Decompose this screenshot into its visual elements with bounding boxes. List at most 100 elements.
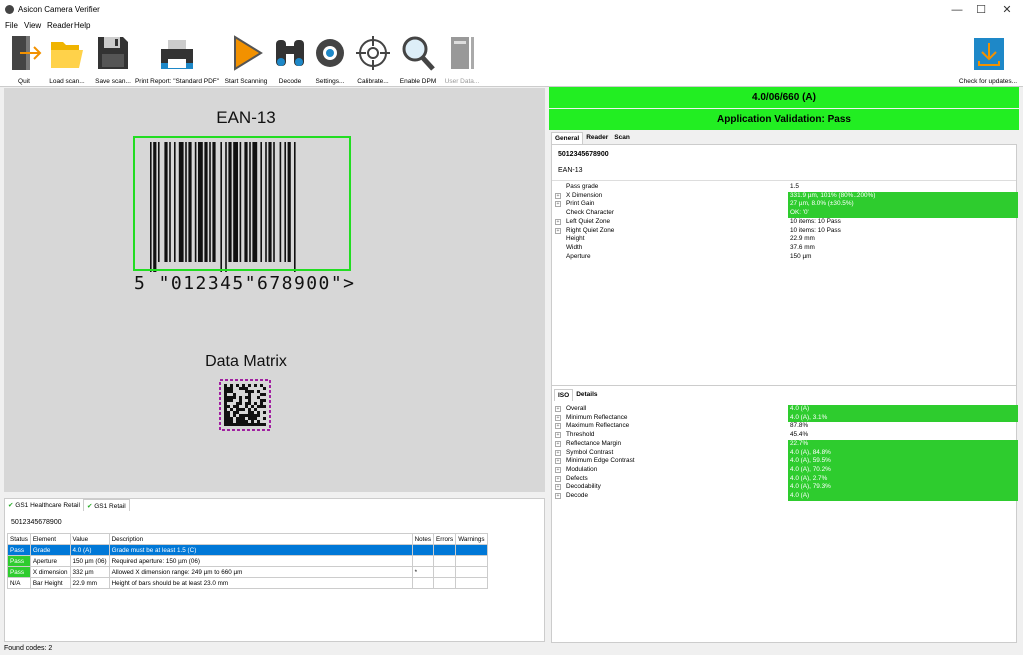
expand-icon[interactable]: +	[555, 466, 561, 473]
table-row[interactable]: Pass X dimension 332 µm Allowed X dimension…	[7, 566, 488, 578]
cell-value: 150 µm (06)	[69, 555, 110, 567]
expand-icon[interactable]: +	[555, 458, 561, 465]
property-row[interactable]: + Overall 4.0 (A)	[552, 405, 1018, 414]
settings-button[interactable]: Settings...	[310, 32, 350, 87]
minimize-button[interactable]: —	[944, 2, 970, 18]
start-scanning-button[interactable]: Start Scanning	[222, 32, 270, 87]
save-scan-button[interactable]: Save scan...	[91, 32, 135, 87]
table-row[interactable]: Pass Aperture 150 µm (06) Required aperture…	[7, 555, 488, 567]
calibrate-button[interactable]: Calibrate...	[352, 32, 394, 87]
tab-gs1-healthcare-retail[interactable]: ✔ GS1 Healthcare Retail	[5, 499, 83, 511]
property-name: Minimum Reflectance	[566, 413, 628, 421]
cell-notes	[411, 555, 435, 567]
enable-dpm-button[interactable]: Enable DPM	[396, 32, 440, 87]
property-row[interactable]: Aperture 150 µm	[552, 253, 1018, 262]
cell-description: Allowed X dimension range: 249 µm to 660…	[108, 566, 413, 578]
property-value: 87.8%	[790, 422, 809, 430]
tab-iso[interactable]: ISO	[554, 389, 574, 401]
expand-icon[interactable]: +	[555, 218, 561, 225]
property-value: OK: '0'	[788, 209, 1018, 218]
expand-icon[interactable]: +	[555, 423, 561, 430]
expand-icon[interactable]: +	[555, 227, 561, 234]
property-row[interactable]: + Maximum Reflectance 87.8%	[552, 422, 1018, 431]
property-value: 45.4%	[790, 431, 809, 439]
property-row[interactable]: Height 22.9 mm	[552, 235, 1018, 244]
expand-icon[interactable]: +	[555, 201, 561, 208]
property-row[interactable]: + Modulation 4.0 (A), 70.2%	[552, 465, 1018, 475]
property-row[interactable]: + X Dimension 331.9 µm, 101% (80%..200%)	[552, 191, 1018, 201]
property-row[interactable]: + Minimum Reflectance 4.0 (A), 3.1%	[552, 413, 1018, 423]
tab-details[interactable]: Details	[573, 389, 600, 401]
col-warnings[interactable]: Warnings	[455, 533, 488, 545]
property-value: 150 µm	[790, 252, 812, 260]
check-updates-label: Check for updates...	[958, 78, 1018, 85]
expand-icon[interactable]: +	[555, 440, 561, 447]
property-row[interactable]: + Decodability 4.0 (A), 79.3%	[552, 483, 1018, 492]
maximize-button[interactable]: ☐	[968, 2, 994, 18]
expand-icon[interactable]: +	[555, 449, 561, 456]
print-report-button[interactable]: Print Report: "Standard PDF"	[134, 32, 220, 87]
cell-value: 22.9 mm	[69, 577, 110, 589]
cell-warnings	[455, 577, 488, 589]
close-button[interactable]: ✕	[994, 2, 1020, 18]
property-value: 4.0 (A), 3.1%	[788, 413, 1018, 423]
printer-icon	[161, 40, 193, 69]
check-updates-button[interactable]: Check for updates...	[955, 32, 1021, 87]
tab-gs1-retail[interactable]: ✔ GS1 Retail	[82, 499, 130, 511]
crosshair-icon	[356, 36, 390, 70]
menu-file[interactable]: File	[5, 21, 18, 30]
property-row[interactable]: + Left Quiet Zone 10 items: 10 Pass	[552, 218, 1018, 227]
load-scan-button[interactable]: Load scan...	[45, 32, 89, 87]
col-errors[interactable]: Errors	[433, 533, 457, 545]
cell-element: Grade	[29, 544, 71, 556]
expand-icon[interactable]: +	[555, 406, 561, 412]
play-icon	[234, 35, 263, 71]
property-row[interactable]: Check Character OK: '0'	[552, 209, 1018, 218]
cell-errors	[433, 544, 457, 556]
quit-button[interactable]: Quit	[6, 32, 42, 87]
menu-view[interactable]: View	[24, 21, 41, 30]
col-notes[interactable]: Notes	[411, 533, 435, 545]
col-element[interactable]: Element	[29, 533, 71, 545]
tab-reader[interactable]: Reader	[583, 132, 611, 144]
property-row[interactable]: + Print Gain 27 µm, 8.0% (±30.5%)	[552, 200, 1018, 210]
decoded-value: 5012345678900	[558, 151, 609, 158]
col-status[interactable]: Status	[7, 533, 31, 545]
property-row[interactable]: Pass grade 1.5	[552, 183, 1018, 192]
menu-reader[interactable]: Reader	[47, 21, 73, 30]
expand-icon[interactable]: +	[555, 475, 561, 482]
property-name: Overall	[566, 405, 587, 412]
tab-scan[interactable]: Scan	[611, 132, 633, 144]
menu-help[interactable]: Help	[74, 21, 90, 30]
expand-icon[interactable]: +	[555, 484, 561, 491]
expand-icon[interactable]: +	[555, 192, 561, 199]
property-row[interactable]: Width 37.6 mm	[552, 244, 1018, 253]
property-row[interactable]: + Right Quiet Zone 10 items: 10 Pass	[552, 227, 1018, 236]
col-value[interactable]: Value	[69, 533, 110, 545]
title-bar: Asicon Camera Verifier — ☐ ✕	[0, 0, 1023, 20]
cell-value: 332 µm	[69, 566, 110, 578]
col-description[interactable]: Description	[108, 533, 413, 545]
property-row[interactable]: + Decode 4.0 (A)	[552, 492, 1018, 501]
property-row[interactable]: + Threshold 45.4%	[552, 431, 1018, 440]
table-row[interactable]: Pass Grade 4.0 (A) Grade must be at least 1…	[7, 544, 488, 556]
expand-icon[interactable]: +	[555, 414, 561, 421]
property-row[interactable]: + Defects 4.0 (A), 2.7%	[552, 474, 1018, 484]
tab-general[interactable]: General	[551, 132, 584, 144]
expand-icon[interactable]: +	[555, 432, 561, 439]
expand-icon[interactable]: +	[555, 493, 561, 499]
property-row[interactable]: + Symbol Contrast 4.0 (A), 84.8%	[552, 448, 1018, 458]
scan-image-pane[interactable]: EAN-13 5 "012345"678900"> Data Matrix	[4, 88, 545, 492]
table-row[interactable]: N/A Bar Height 22.9 mm Height of bars shoul…	[7, 577, 488, 589]
table-header: Status Element Value Description Notes E…	[7, 533, 488, 545]
save-icon	[98, 37, 128, 69]
enable-dpm-label: Enable DPM	[399, 78, 437, 85]
status-bar: Found codes: 2	[0, 643, 1023, 655]
property-value: 4.0 (A), 59.5%	[788, 457, 1018, 466]
decode-button[interactable]: Decode	[272, 32, 308, 87]
property-row[interactable]: + Reflectance Margin 22.7%	[552, 439, 1018, 449]
load-scan-label: Load scan...	[49, 78, 85, 85]
validation-pane: ✔ GS1 Healthcare Retail ✔ GS1 Retail 501…	[4, 498, 545, 642]
property-row[interactable]: + Minimum Edge Contrast 4.0 (A), 59.5%	[552, 457, 1018, 466]
user-data-button[interactable]: User Data...	[440, 32, 484, 87]
